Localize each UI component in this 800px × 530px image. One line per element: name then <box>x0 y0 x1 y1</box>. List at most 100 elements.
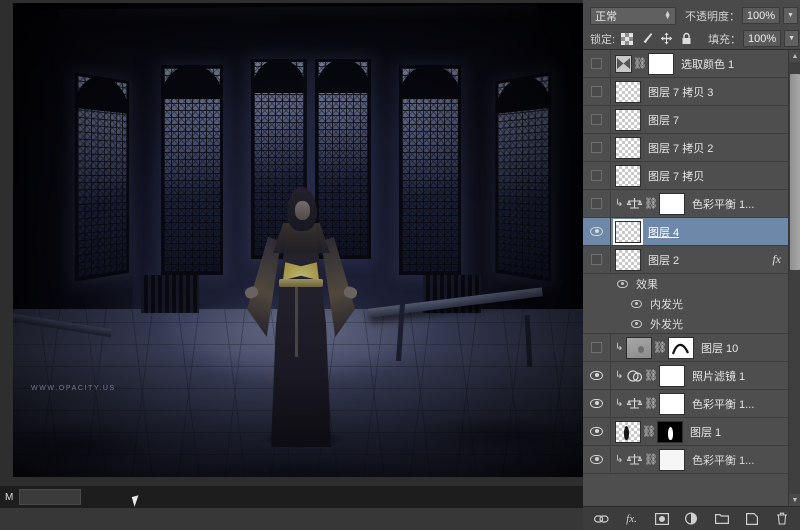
fill-value[interactable]: 100% <box>743 30 781 47</box>
lock-all-icon[interactable] <box>679 31 694 46</box>
move-icon[interactable] <box>659 31 674 46</box>
taskbar[interactable]: M <box>0 486 583 508</box>
visibility-toggle[interactable] <box>583 446 611 474</box>
visibility-toggle[interactable] <box>583 78 611 106</box>
visibility-toggle[interactable] <box>583 362 611 390</box>
taskbar-item[interactable] <box>19 489 81 505</box>
effects-group-header[interactable]: 效果 <box>583 274 788 294</box>
scroll-down-arrow-icon[interactable]: ▼ <box>789 494 800 506</box>
link-mask-icon[interactable]: ⛓ <box>646 197 656 211</box>
eye-visible-icon[interactable] <box>631 300 642 308</box>
layer-name: 图层 7 拷贝 3 <box>648 84 713 100</box>
visibility-toggle[interactable] <box>583 190 611 218</box>
scroll-up-arrow-icon[interactable]: ▲ <box>789 50 800 62</box>
layer-row[interactable]: 图层 7 拷贝 3 <box>583 78 788 106</box>
layer-row[interactable]: ↳ ⛓ 色彩平衡 1... <box>583 390 788 418</box>
layer-row[interactable]: ↳ ⛓ 图层 10 <box>583 334 788 362</box>
link-layers-button[interactable] <box>594 511 610 527</box>
link-mask-icon[interactable]: ⛓ <box>646 369 656 383</box>
layer-thumbnail[interactable] <box>615 249 641 271</box>
eye-hidden-icon <box>591 254 602 265</box>
visibility-toggle[interactable] <box>583 418 611 446</box>
layer-mask-thumbnail[interactable] <box>657 421 683 443</box>
layer-row[interactable]: 图层 7 拷贝 <box>583 162 788 190</box>
layer-thumbnail[interactable] <box>615 81 641 103</box>
visibility-toggle[interactable] <box>583 218 611 246</box>
layer-mask-thumbnail[interactable] <box>668 337 694 359</box>
layer-mask-thumbnail[interactable] <box>648 53 674 75</box>
eye-visible-icon[interactable] <box>631 320 642 328</box>
fill-slider-arrow-icon[interactable]: ▼ <box>784 30 799 47</box>
color-balance-icon[interactable] <box>626 395 643 413</box>
layer-mask-thumbnail[interactable] <box>659 365 685 387</box>
layer-mask-thumbnail[interactable] <box>659 393 685 415</box>
layer-thumbnail[interactable] <box>615 221 641 243</box>
eye-hidden-icon <box>591 86 602 97</box>
layer-thumbnail[interactable] <box>615 421 641 443</box>
visibility-toggle[interactable] <box>583 106 611 134</box>
transparent-pixels-icon[interactable] <box>619 31 634 46</box>
layer-mask-thumbnail[interactable] <box>659 193 685 215</box>
layer-row[interactable]: 图层 2 fx <box>583 246 788 274</box>
lock-label: 锁定: <box>590 31 615 47</box>
opacity-slider-arrow-icon[interactable]: ▼ <box>783 7 798 24</box>
opacity-value[interactable]: 100% <box>742 7 780 24</box>
layer-style-fx-button[interactable]: fx. <box>624 511 640 527</box>
eye-hidden-icon <box>591 198 602 209</box>
layer-row[interactable]: ⛓ 选取颜色 1 <box>583 50 788 78</box>
visibility-toggle[interactable] <box>583 390 611 418</box>
layer-thumbnail[interactable] <box>626 337 652 359</box>
visibility-toggle[interactable] <box>583 50 611 78</box>
scrollbar-thumb[interactable] <box>790 74 800 270</box>
layer-thumbnail[interactable] <box>615 109 641 131</box>
link-mask-icon[interactable]: ⛓ <box>646 453 656 467</box>
new-group-button[interactable] <box>714 511 730 527</box>
visibility-toggle[interactable] <box>583 162 611 190</box>
layer-list[interactable]: ⛓ 选取颜色 1 图层 7 拷贝 3 图层 7 <box>583 50 800 506</box>
layer-name: 照片滤镜 1 <box>692 368 745 384</box>
layers-panel[interactable]: 正常 ▲▼ 不透明度： 100% ▼ 锁定: <box>583 0 800 530</box>
layer-thumbnail[interactable] <box>615 165 641 187</box>
clipping-mask-icon: ↳ <box>615 454 623 465</box>
brush-icon[interactable] <box>639 31 654 46</box>
visibility-toggle[interactable] <box>583 246 611 274</box>
link-mask-icon[interactable]: ⛓ <box>655 341 665 355</box>
layer-row[interactable]: ↳ ⛓ 色彩平衡 1... <box>583 190 788 218</box>
blend-mode-select[interactable]: 正常 ▲▼ <box>590 7 676 25</box>
effect-item[interactable]: 内发光 <box>583 294 788 314</box>
link-mask-icon[interactable]: ⛓ <box>644 425 654 439</box>
photoshop-window: WWW.OPACITY.US M 正常 ▲▼ 不透明度： 100% ▼ <box>0 0 800 530</box>
selective-color-icon[interactable] <box>615 55 632 73</box>
layers-scrollbar[interactable]: ▲ ▼ <box>788 50 800 506</box>
link-mask-icon[interactable]: ⛓ <box>635 57 645 71</box>
document-image[interactable]: WWW.OPACITY.US <box>13 3 583 477</box>
color-balance-icon[interactable] <box>626 451 643 469</box>
layer-row[interactable]: 图层 7 <box>583 106 788 134</box>
clipping-mask-icon: ↳ <box>615 342 623 353</box>
document-canvas-area[interactable]: WWW.OPACITY.US M <box>0 0 583 508</box>
color-grade-overlay <box>13 3 583 477</box>
eye-hidden-icon <box>591 342 602 353</box>
layer-row[interactable]: ⛓ 图层 1 <box>583 418 788 446</box>
photo-filter-icon[interactable] <box>626 367 643 385</box>
layers-panel-footer[interactable]: fx. <box>583 506 800 530</box>
color-balance-icon[interactable] <box>626 195 643 213</box>
layer-row-partial[interactable]: ↳ ⛓ 色彩平衡 1... <box>583 446 788 474</box>
visibility-toggle[interactable] <box>583 334 611 362</box>
eye-hidden-icon <box>591 142 602 153</box>
layer-row-selected[interactable]: 图层 4 <box>583 218 788 246</box>
layer-row[interactable]: 图层 7 拷贝 2 <box>583 134 788 162</box>
layer-mask-thumbnail[interactable] <box>659 449 685 471</box>
new-adjustment-layer-button[interactable] <box>684 511 700 527</box>
layer-row[interactable]: ↳ ⛓ 照片滤镜 1 <box>583 362 788 390</box>
layer-name: 图层 4 <box>648 224 679 240</box>
eye-visible-icon[interactable] <box>617 280 628 288</box>
visibility-toggle[interactable] <box>583 134 611 162</box>
layer-thumbnail[interactable] <box>615 137 641 159</box>
add-layer-mask-button[interactable] <box>654 511 670 527</box>
layer-effects-badge[interactable]: fx <box>772 252 781 267</box>
new-layer-button[interactable] <box>744 511 760 527</box>
delete-layer-button[interactable] <box>774 511 790 527</box>
effect-item[interactable]: 外发光 <box>583 314 788 334</box>
link-mask-icon[interactable]: ⛓ <box>646 397 656 411</box>
